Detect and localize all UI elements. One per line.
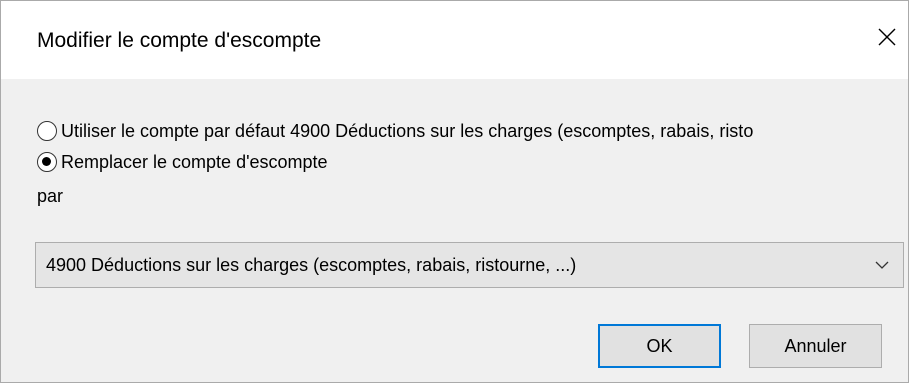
title-bar: Modifier le compte d'escompte: [1, 1, 908, 79]
replace-account-label: Remplacer le compte d'escompte: [61, 151, 328, 172]
account-select-value: 4900 Déductions sur les charges (escompt…: [46, 255, 577, 275]
ok-button[interactable]: OK: [598, 324, 721, 368]
chevron-down-icon: [875, 261, 889, 269]
use-default-account-label: Utiliser le compte par défaut 4900 Déduc…: [61, 120, 754, 141]
account-select[interactable]: 4900 Déductions sur les charges (escompt…: [35, 242, 904, 288]
dialog-title: Modifier le compte d'escompte: [37, 29, 322, 52]
par-label: par: [37, 186, 64, 206]
replace-account-option[interactable]: Remplacer le compte d'escompte: [37, 149, 328, 175]
use-default-account-option[interactable]: Utiliser le compte par défaut 4900 Déduc…: [37, 118, 753, 144]
cancel-button[interactable]: Annuler: [749, 324, 882, 368]
close-button[interactable]: [865, 15, 908, 59]
close-icon: [878, 28, 896, 46]
use-default-account-radio[interactable]: [37, 121, 57, 141]
modify-discount-account-dialog: Modifier le compte d'escompte Utiliser l…: [0, 0, 909, 383]
replace-account-radio[interactable]: [37, 152, 57, 172]
